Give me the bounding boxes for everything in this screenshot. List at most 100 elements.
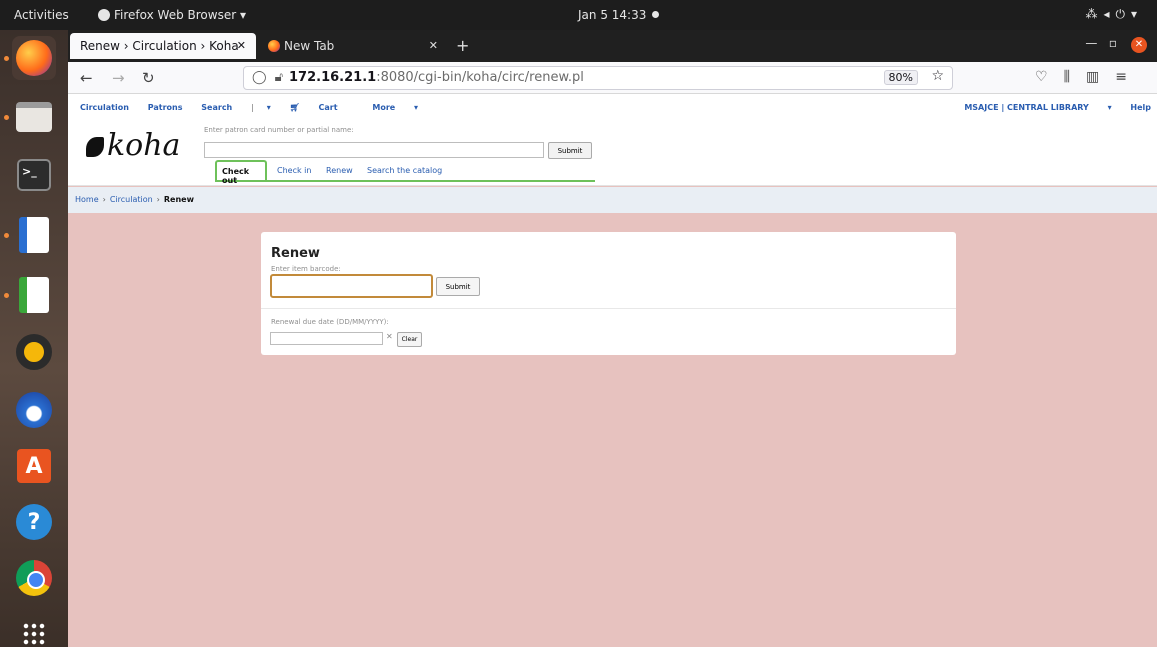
nav-search-dropdown[interactable]: ▾ — [267, 103, 271, 112]
running-indicator — [4, 115, 9, 120]
minimize-icon[interactable]: — — [1085, 36, 1097, 50]
dock-writer[interactable] — [4, 213, 56, 257]
koha-page: Circulation Patrons Search | ▾ 🛒︎ Cart M… — [68, 94, 1157, 647]
dock-firefox[interactable] — [4, 36, 56, 80]
menu-icon[interactable]: ≡ — [1115, 69, 1143, 85]
running-indicator — [4, 233, 9, 238]
library-selector[interactable]: MSAJCE | CENTRAL LIBRARY ▾ — [948, 103, 1111, 112]
tab-search-catalog[interactable]: Search the catalog — [367, 166, 442, 175]
dock-rhythmbox[interactable] — [12, 330, 56, 374]
app-menu[interactable]: Firefox Web Browser ▾ — [98, 8, 246, 22]
tracking-shield-icon[interactable]: ◯ — [252, 70, 267, 85]
system-top-bar: Activities Firefox Web Browser ▾ Jan 5 1… — [0, 0, 1157, 30]
system-tray[interactable]: ⁂◂⏻▾ — [1085, 7, 1143, 22]
tab-check-in[interactable]: Check in — [277, 166, 311, 175]
zoom-indicator[interactable]: 80% — [883, 70, 918, 85]
library-icon[interactable]: ⫼ — [1064, 69, 1086, 85]
nav-cart[interactable]: 🛒︎ Cart — [290, 103, 354, 112]
tab-check-out[interactable]: Check out — [215, 160, 267, 185]
show-apps-icon — [22, 622, 46, 646]
close-tab-icon[interactable]: ✕ — [237, 39, 246, 52]
tab-renew[interactable]: Renew — [326, 166, 353, 175]
close-window-icon[interactable]: ✕ — [1131, 37, 1147, 53]
breadcrumb-separator-icon: › — [156, 195, 160, 204]
reload-icon[interactable]: ↻ — [142, 69, 155, 87]
pocket-icon[interactable]: ♡ — [1035, 69, 1064, 85]
new-tab-button[interactable]: + — [456, 36, 469, 55]
dock-terminal[interactable]: >_ — [12, 153, 56, 197]
barcode-submit-button[interactable]: Submit — [436, 277, 480, 296]
close-tab-icon[interactable]: ✕ — [429, 39, 438, 52]
dock-calc[interactable] — [4, 273, 56, 317]
cart-icon: 🛒︎ — [289, 103, 300, 112]
chrome-icon — [16, 560, 52, 596]
chevron-down-icon: ▾ — [1107, 103, 1112, 112]
running-indicator — [4, 56, 9, 61]
network-icon: ⁂ — [1085, 7, 1104, 21]
dock-chrome[interactable] — [12, 556, 56, 600]
url-bar[interactable]: ◯ 🔓︎ 172.16.21.1:8080/cgi-bin/koha/circ/re… — [243, 66, 953, 90]
tab-label: New Tab — [284, 39, 335, 53]
bookmark-star-icon[interactable]: ☆ — [931, 68, 944, 84]
koha-top-nav: Circulation Patrons Search | ▾ 🛒︎ Cart M… — [80, 103, 450, 112]
firefox-icon — [16, 40, 52, 76]
logo-text: koha — [107, 128, 181, 163]
insecure-lock-icon[interactable]: 🔓︎ — [275, 70, 283, 85]
breadcrumb-circulation[interactable]: Circulation — [110, 195, 153, 204]
nav-separator: | — [251, 103, 254, 112]
toolbar-right: ♡⫼▥≡ — [1035, 69, 1143, 85]
breadcrumb: Home › Circulation › Renew — [68, 187, 1157, 213]
barcode-input[interactable] — [270, 274, 433, 298]
more-label: More — [372, 103, 396, 112]
breadcrumb-home[interactable]: Home — [75, 195, 99, 204]
koha-right-nav: MSAJCE | CENTRAL LIBRARY ▾ Help — [932, 103, 1151, 112]
files-icon — [16, 102, 52, 132]
show-apps-button[interactable] — [12, 612, 56, 647]
url-host: 172.16.21.1 — [289, 70, 377, 85]
window-controls: — ▫ ✕ — [1085, 36, 1147, 53]
koha-leaf-icon — [86, 137, 104, 157]
sidebar-icon[interactable]: ▥ — [1086, 69, 1115, 85]
forward-icon[interactable]: → — [112, 69, 125, 87]
help-link[interactable]: Help — [1130, 103, 1151, 112]
clear-date-icon[interactable]: ✕ — [386, 332, 393, 341]
help-icon: ? — [16, 504, 52, 540]
nav-circulation[interactable]: Circulation — [80, 103, 129, 112]
nav-search[interactable]: Search — [201, 103, 232, 112]
nav-more[interactable]: More ▾ — [372, 103, 434, 112]
tab-label: Renew › Circulation › Koha — [80, 39, 239, 53]
nav-toolbar: ← → ↻ ◯ 🔓︎ 172.16.21.1:8080/cgi-bin/koha/c… — [68, 62, 1157, 94]
back-icon[interactable]: ← — [80, 69, 93, 87]
tab-new-tab[interactable]: New Tab ✕ — [258, 33, 448, 59]
koha-header: Circulation Patrons Search | ▾ 🛒︎ Cart M… — [68, 94, 1157, 186]
libreoffice-calc-icon — [19, 277, 49, 313]
firefox-icon — [98, 9, 110, 21]
tab-renew[interactable]: Renew › Circulation › Koha ✕ — [70, 33, 256, 59]
firefox-icon — [268, 40, 280, 52]
maximize-icon[interactable]: ▫ — [1109, 36, 1117, 50]
due-date-label: Renewal due date (DD/MM/YYYY): — [271, 318, 389, 326]
breadcrumb-separator-icon: › — [102, 195, 106, 204]
dock-thunderbird[interactable] — [12, 388, 56, 432]
dock: >_ A ? — [0, 30, 68, 647]
nav-patrons[interactable]: Patrons — [148, 103, 183, 112]
cart-label: Cart — [318, 103, 338, 112]
patron-submit-button[interactable]: Submit — [548, 142, 592, 159]
app-menu-label: Firefox Web Browser ▾ — [114, 8, 246, 22]
breadcrumb-current: Renew — [163, 195, 194, 204]
due-date-input[interactable] — [270, 332, 383, 345]
divider — [261, 308, 956, 309]
circulation-mode-tabs: Check out Check in Renew Search the cata… — [215, 160, 595, 185]
clock[interactable]: Jan 5 14:33 — [578, 8, 660, 22]
notification-dot-icon — [652, 11, 660, 18]
page-title: Renew — [271, 246, 320, 261]
thunderbird-icon — [16, 392, 52, 428]
patron-search-input[interactable] — [204, 142, 544, 158]
clear-button[interactable]: Clear — [397, 332, 422, 347]
koha-logo[interactable]: koha — [86, 128, 180, 163]
dock-software[interactable]: A — [12, 444, 56, 488]
activities-button[interactable]: Activities — [14, 8, 69, 22]
tab-bar: Renew › Circulation › Koha ✕ New Tab ✕ +… — [68, 30, 1157, 62]
dock-help[interactable]: ? — [12, 500, 56, 544]
dock-files[interactable] — [4, 95, 56, 139]
